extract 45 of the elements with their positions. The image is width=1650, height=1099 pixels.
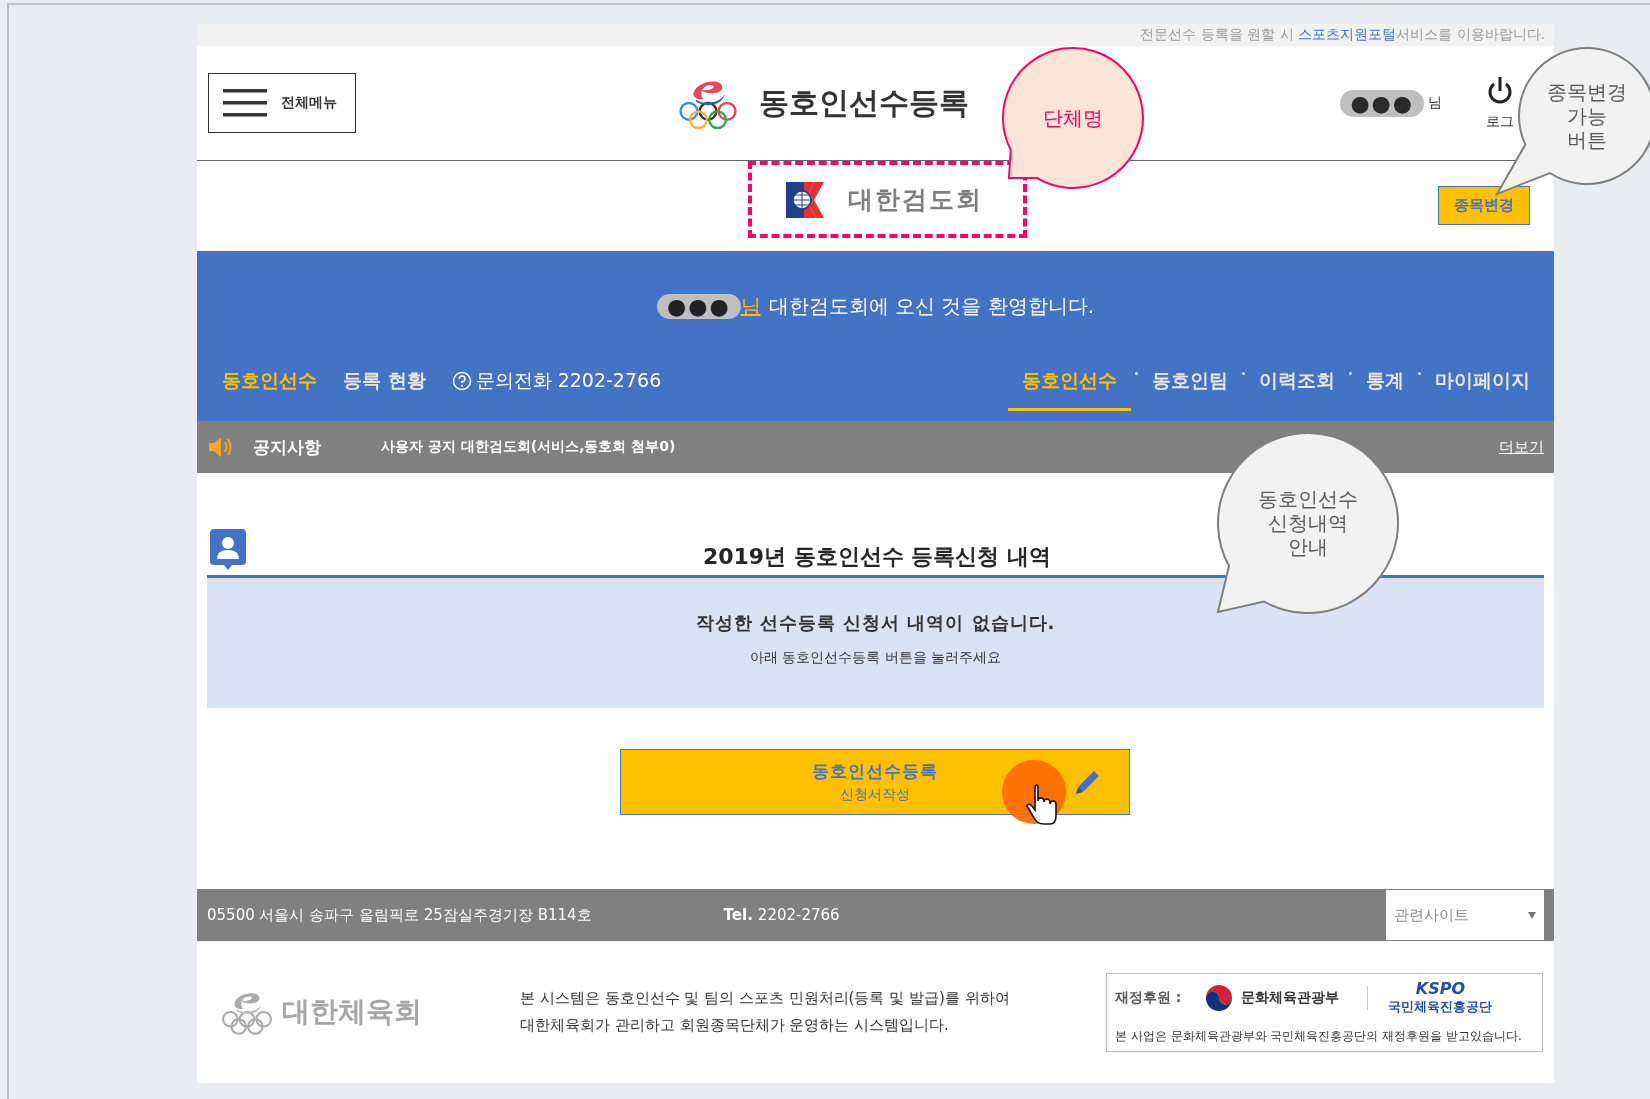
organization-name: 대한검도회 [848,184,983,216]
phone-number: 문의전화 2202-2766 [475,368,662,393]
hint-text: 아래 동호인선수등록 버튼을 눌러주세요 [749,649,1002,667]
nav-link[interactable]: 동호인선수 [222,368,317,394]
kendo-association-logo [786,179,826,220]
menu-icon [223,88,267,118]
welcome-message: 대한검도회에 오신 것을 환영합니다. [768,292,1094,320]
sponsor-label: 재정후원 : [1115,988,1182,1007]
help-icon [451,371,472,391]
user-link[interactable]: 님 [740,292,761,320]
more-link[interactable]: 더보기 [1499,437,1544,457]
ministry-name: 문화체육관광부 [1241,988,1340,1007]
person-badge-icon [210,529,246,571]
logout-button[interactable]: 로그 [1486,75,1514,131]
related-sites-dropdown[interactable]: 관련사이트 [1386,890,1544,940]
address-text: 05500 서울시 송파구 올림픽로 25잠실주경기장 B114호 [207,905,592,925]
nav-tab[interactable]: 동호인팀 [1142,368,1238,411]
notice-text: 사용자 공지 대한검도회(서비스,동호회 첨부0) [381,438,676,456]
nav-link[interactable]: 등록 현황 [343,368,426,394]
masked-user-name: ●●● [1340,89,1424,117]
notice-text: 전문선수 등록을 원할 시 스포츠지원포털 서비스를 이용바랍니다. [1140,26,1545,44]
agency-name: 국민체육진흥공단 [1388,997,1493,1016]
honorific-text: 님 [1428,94,1442,112]
system-description: 본 시스템은 동호인선수 및 팀의 스포츠 민원처리(등록 및 발급)를 위하여 대한체육회가 관리하고 회원종목단체가 운영하는 시스템입니다. [520,988,1011,1036]
nav-tab[interactable]: 마이페이지 [1425,368,1540,411]
callout-text: 단체명 [1043,106,1103,130]
callout-text: 동호인선수 신청내역 안내 [1258,487,1358,559]
sponsor-note: 본 사업은 문화체육관광부와 국민체육진흥공단의 재정후원을 받고있습니다. [1115,1027,1523,1045]
register-button[interactable]: 동호인선수등록 신청서작성 [619,749,1130,815]
caret-icon [1528,911,1536,919]
section-title: 2019년 동호인선수 등록신청 내역 [702,543,1052,571]
empty-message: 작성한 선수등록 신청서 내역이 없습니다. [695,611,1056,635]
nav-tab[interactable]: 동호인선수 [1008,368,1131,411]
notice-label: 공지사항 [253,435,321,459]
menu-button[interactable]: 전체메뉴 [208,73,356,133]
change-sport-button[interactable]: 종목변경 [1438,186,1530,225]
phone-text: Tel. 2202-2766 [723,906,840,924]
nav-tab[interactable]: 통계 [1356,368,1414,411]
kspo-logo: KSPO [1415,979,1466,998]
committee-logo-text: 대한체육회 [282,994,422,1030]
masked-user-name: ●●● [657,293,741,319]
portal-link[interactable]: 스포츠지원포털 [1298,26,1397,42]
page-title: 동호인선수등록 [759,83,969,122]
nav-tab[interactable]: 이력조회 [1249,368,1345,411]
callout-text: 종목변경 가능 버튼 [1547,80,1627,152]
